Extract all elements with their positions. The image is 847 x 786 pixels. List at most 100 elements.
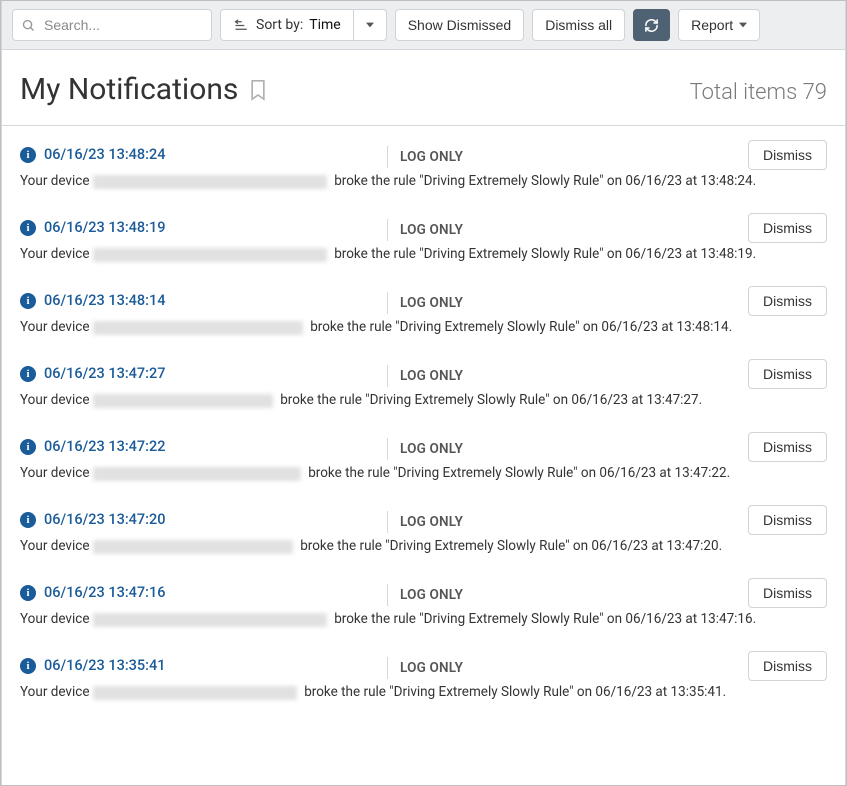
search-input[interactable]	[42, 16, 203, 34]
notification-timestamp: 06/16/23 13:48:19	[44, 219, 165, 236]
log-only-label: LOG ONLY	[400, 222, 463, 238]
notification-item: 06/16/23 13:48:14 LOG ONLY Dismiss Your …	[2, 272, 845, 345]
redacted-device	[93, 321, 303, 335]
dismiss-button[interactable]: Dismiss	[748, 432, 827, 462]
notification-type: LOG ONLY	[387, 219, 463, 241]
search-icon	[21, 18, 36, 33]
log-only-label: LOG ONLY	[400, 441, 463, 457]
notification-message: Your device broke the rule "Driving Extr…	[20, 684, 827, 700]
separator	[387, 365, 388, 387]
notification-message: Your device broke the rule "Driving Extr…	[20, 611, 827, 627]
page-title-text: My Notifications	[20, 72, 238, 107]
redacted-device	[93, 540, 293, 554]
msg-after: broke the rule "Driving Extremely Slowly…	[334, 611, 756, 627]
notification-type: LOG ONLY	[387, 438, 463, 460]
msg-after: broke the rule "Driving Extremely Slowly…	[334, 246, 756, 262]
msg-after: broke the rule "Driving Extremely Slowly…	[304, 684, 726, 700]
notification-type: LOG ONLY	[387, 146, 463, 168]
msg-before: Your device	[20, 538, 89, 554]
separator	[387, 292, 388, 314]
notification-type: LOG ONLY	[387, 292, 463, 314]
report-button[interactable]: Report	[678, 9, 760, 41]
dismiss-all-button[interactable]: Dismiss all	[532, 9, 625, 41]
dismiss-button[interactable]: Dismiss	[748, 213, 827, 243]
separator	[387, 511, 388, 533]
msg-before: Your device	[20, 611, 89, 627]
bookmark-button[interactable]	[248, 78, 268, 102]
notification-message: Your device broke the rule "Driving Extr…	[20, 246, 827, 262]
redacted-device	[93, 394, 273, 408]
info-icon	[20, 366, 36, 382]
chevron-down-icon	[739, 21, 747, 29]
info-icon	[20, 439, 36, 455]
notification-message: Your device broke the rule "Driving Extr…	[20, 392, 827, 408]
info-icon	[20, 220, 36, 236]
info-icon	[20, 147, 36, 163]
search-box[interactable]	[12, 9, 212, 41]
log-only-label: LOG ONLY	[400, 514, 463, 530]
sort-dropdown[interactable]	[353, 10, 386, 40]
log-only-label: LOG ONLY	[400, 368, 463, 384]
refresh-button[interactable]	[633, 9, 670, 41]
dismiss-button[interactable]: Dismiss	[748, 286, 827, 316]
dismiss-button[interactable]: Dismiss	[748, 578, 827, 608]
notification-timestamp: 06/16/23 13:47:20	[44, 511, 165, 528]
msg-before: Your device	[20, 246, 89, 262]
toolbar: Sort by: Time Show Dismissed Dismiss all…	[2, 1, 845, 50]
dismiss-button[interactable]: Dismiss	[748, 505, 827, 535]
notification-message: Your device broke the rule "Driving Extr…	[20, 465, 827, 481]
redacted-device	[93, 175, 327, 189]
separator	[387, 219, 388, 241]
notification-item: 06/16/23 13:47:20 LOG ONLY Dismiss Your …	[2, 491, 845, 564]
dismiss-button[interactable]: Dismiss	[748, 651, 827, 681]
notification-item: 06/16/23 13:48:24 LOG ONLY Dismiss Your …	[2, 126, 845, 199]
info-icon	[20, 585, 36, 601]
separator	[387, 438, 388, 460]
log-only-label: LOG ONLY	[400, 660, 463, 676]
notification-item: 06/16/23 13:48:19 LOG ONLY Dismiss Your …	[2, 199, 845, 272]
bookmark-icon	[248, 78, 268, 102]
notification-message: Your device broke the rule "Driving Extr…	[20, 319, 827, 335]
report-label: Report	[691, 17, 733, 33]
sort-label: Sort by:	[256, 17, 303, 33]
dismiss-button[interactable]: Dismiss	[748, 359, 827, 389]
sort-icon	[233, 18, 248, 33]
info-icon	[20, 512, 36, 528]
notification-timestamp: 06/16/23 13:47:22	[44, 438, 165, 455]
notification-message: Your device broke the rule "Driving Extr…	[20, 538, 827, 554]
msg-before: Your device	[20, 319, 89, 335]
sort-button[interactable]: Sort by: Time	[220, 9, 387, 41]
notifications-panel: Sort by: Time Show Dismissed Dismiss all…	[1, 1, 846, 785]
separator	[387, 584, 388, 606]
chevron-down-icon	[366, 21, 374, 29]
notification-type: LOG ONLY	[387, 657, 463, 679]
notification-timestamp: 06/16/23 13:47:27	[44, 365, 165, 382]
redacted-device	[93, 686, 297, 700]
main-scroll[interactable]: Sort by: Time Show Dismissed Dismiss all…	[1, 1, 846, 785]
msg-before: Your device	[20, 465, 89, 481]
msg-before: Your device	[20, 684, 89, 700]
info-icon	[20, 293, 36, 309]
msg-after: broke the rule "Driving Extremely Slowly…	[280, 392, 702, 408]
page-title: My Notifications	[20, 72, 268, 107]
notification-timestamp: 06/16/23 13:47:16	[44, 584, 165, 601]
notification-timestamp: 06/16/23 13:35:41	[44, 657, 165, 674]
notification-item: 06/16/23 13:47:27 LOG ONLY Dismiss Your …	[2, 345, 845, 418]
sort-main[interactable]: Sort by: Time	[221, 10, 353, 40]
dismiss-button[interactable]: Dismiss	[748, 140, 827, 170]
msg-after: broke the rule "Driving Extremely Slowly…	[334, 173, 756, 189]
log-only-label: LOG ONLY	[400, 587, 463, 603]
refresh-icon	[644, 18, 659, 33]
msg-before: Your device	[20, 392, 89, 408]
msg-after: broke the rule "Driving Extremely Slowly…	[310, 319, 732, 335]
sort-value: Time	[309, 17, 340, 33]
separator	[387, 146, 388, 168]
total-count: 79	[803, 80, 827, 105]
page-header: My Notifications Total items 79	[2, 50, 845, 126]
redacted-device	[93, 613, 327, 627]
notification-item: 06/16/23 13:47:22 LOG ONLY Dismiss Your …	[2, 418, 845, 491]
show-dismissed-button[interactable]: Show Dismissed	[395, 9, 524, 41]
notification-message: Your device broke the rule "Driving Extr…	[20, 173, 827, 189]
notification-timestamp: 06/16/23 13:48:24	[44, 146, 165, 163]
log-only-label: LOG ONLY	[400, 149, 463, 165]
